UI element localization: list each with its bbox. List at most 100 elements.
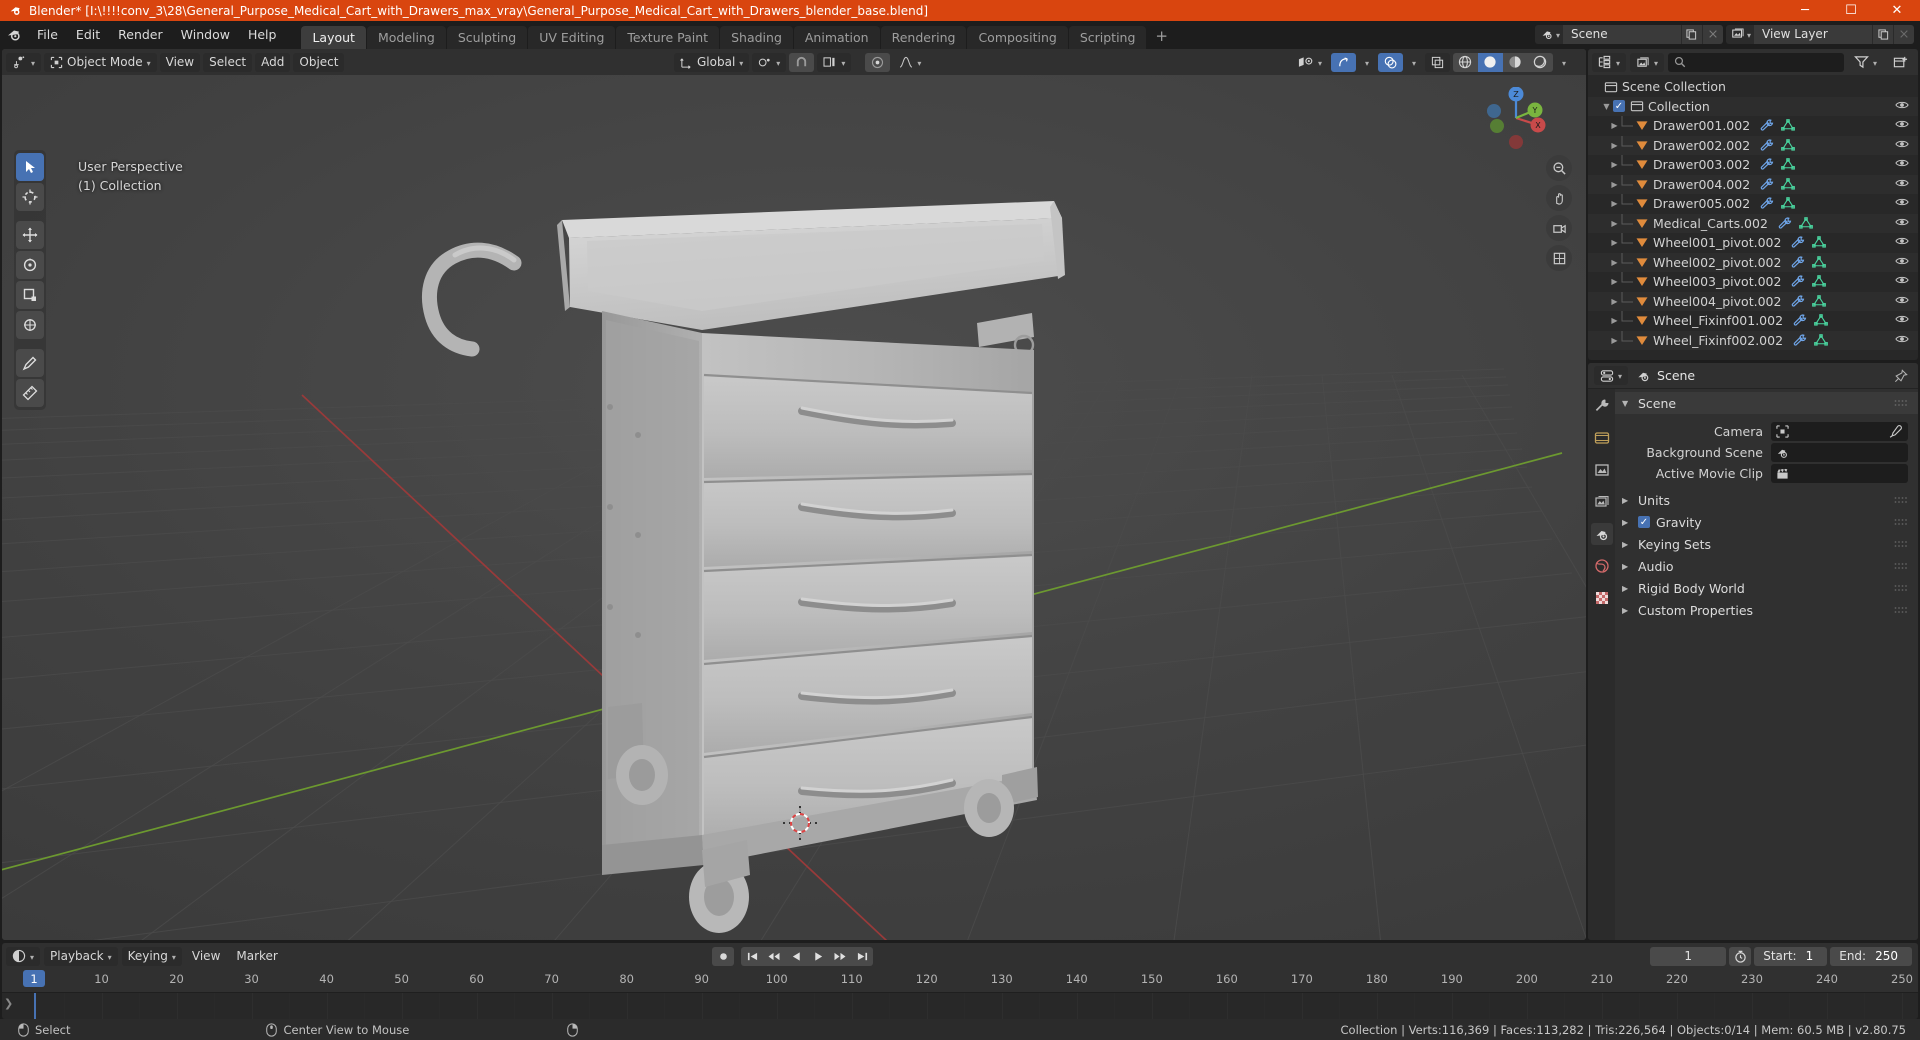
material-preview-button[interactable]: [1503, 53, 1528, 72]
field-background-scene-input[interactable]: [1771, 442, 1908, 462]
menu-file[interactable]: File: [28, 24, 67, 45]
timeline-ruler[interactable]: 10 20 30 40 50 60 70 80 90 100 110 120 130 140 150 160 1…: [2, 969, 1918, 992]
solid-shading-button[interactable]: [1477, 52, 1503, 72]
outliner-mesh-data-icon[interactable]: [1812, 294, 1827, 308]
outliner-row-collection[interactable]: ▼ ✓ Collection: [1588, 96, 1918, 116]
outliner-visibility-toggle[interactable]: [1895, 197, 1909, 207]
panel-keying-sets-header[interactable]: ▶ Keying Sets: [1615, 533, 1918, 555]
outliner-new-collection-icon[interactable]: [1887, 53, 1914, 72]
tab-texture-properties[interactable]: [1591, 587, 1613, 609]
viewport-nav-gizmo[interactable]: Z X Y: [1410, 87, 1560, 149]
medical-cart-model[interactable]: [2, 75, 1586, 940]
outliner-modifier-icon[interactable]: [1760, 178, 1774, 191]
outliner-visibility-toggle[interactable]: [1895, 236, 1909, 246]
outliner-collection-checkbox[interactable]: ✓: [1613, 100, 1625, 113]
close-button[interactable]: ✕: [1874, 0, 1920, 21]
view-layer-name-field[interactable]: View Layer: [1754, 24, 1872, 44]
menu-render[interactable]: Render: [109, 24, 172, 45]
timeline-sidebar-toggle-icon[interactable]: ❯: [4, 997, 13, 1010]
zoom-view-icon[interactable]: [1546, 155, 1572, 181]
outliner-expand-toggle[interactable]: ▶: [1608, 258, 1621, 267]
timeline-channel-area[interactable]: ❯: [2, 992, 1918, 1019]
panel-scene-header[interactable]: ▼ Scene: [1615, 392, 1918, 414]
panel-gravity-header[interactable]: ▶ ✓ Gravity: [1615, 511, 1918, 533]
panel-units-header[interactable]: ▶ Units: [1615, 489, 1918, 511]
tab-layout[interactable]: Layout: [301, 25, 366, 49]
tab-scene-properties[interactable]: [1590, 523, 1613, 545]
outliner-modifier-icon[interactable]: [1791, 256, 1805, 269]
outliner-mesh-data-icon[interactable]: [1814, 314, 1828, 327]
outliner-visibility-toggle[interactable]: [1895, 100, 1909, 110]
tool-annotate[interactable]: [16, 349, 44, 377]
outliner-visibility-toggle[interactable]: [1895, 295, 1909, 305]
outliner-visibility-toggle[interactable]: [1895, 256, 1909, 266]
tab-rendering[interactable]: Rendering: [880, 25, 967, 49]
outliner-mesh-data-icon[interactable]: [1781, 158, 1796, 171]
outliner-row-wheel004-pivot-002[interactable]: ▶ Wheel004_pivot.002: [1588, 291, 1918, 311]
eyedropper-icon[interactable]: [1889, 424, 1902, 438]
timeline-menu-view[interactable]: View: [186, 947, 226, 966]
outliner-visibility-toggle[interactable]: [1895, 158, 1909, 168]
start-frame-field[interactable]: Start: 1: [1754, 946, 1828, 966]
outliner-editor[interactable]: ▾ ▾ ▾ Scene Collection ▼ ✓ Collection ▶ Drawe…: [1588, 49, 1918, 360]
viewport-menu-view[interactable]: View: [159, 52, 201, 72]
field-camera-input[interactable]: [1771, 421, 1908, 441]
field-active-movie-clip-input[interactable]: [1771, 463, 1908, 483]
play-reverse-button[interactable]: [785, 946, 807, 966]
outliner-row-wheel-fixinf001-002[interactable]: ▶ Wheel_Fixinf001.002: [1588, 311, 1918, 331]
menu-edit[interactable]: Edit: [67, 24, 109, 45]
tool-rotate[interactable]: [16, 251, 44, 279]
tab-output-properties[interactable]: [1591, 459, 1613, 481]
overlay-options-dropdown[interactable]: ▾: [1406, 53, 1422, 72]
outliner-expand-toggle[interactable]: ▼: [1600, 102, 1613, 111]
scene-selector[interactable]: ▾ Scene: [1534, 24, 1723, 44]
outliner-expand-toggle[interactable]: ▶: [1608, 141, 1621, 150]
tab-sculpting[interactable]: Sculpting: [446, 25, 528, 49]
scene-browse-icon[interactable]: ▾: [1534, 24, 1563, 44]
blender-logo-icon[interactable]: [0, 26, 28, 42]
gravity-checkbox[interactable]: ✓: [1638, 516, 1650, 528]
outliner-expand-toggle[interactable]: ▶: [1608, 180, 1621, 189]
xray-toggle[interactable]: [1424, 52, 1450, 72]
outliner-row-wheel003-pivot-002[interactable]: ▶ Wheel003_pivot.002: [1588, 272, 1918, 292]
outliner-expand-toggle[interactable]: ▶: [1608, 316, 1621, 325]
viewport-menu-select[interactable]: Select: [203, 52, 253, 72]
outliner-expand-toggle[interactable]: ▶: [1608, 199, 1621, 208]
move-view-icon[interactable]: [1546, 185, 1572, 211]
interaction-mode-selector[interactable]: Object Mode ▾: [44, 52, 157, 72]
tab-world-properties[interactable]: [1591, 555, 1613, 577]
timeline-menu-keying[interactable]: Keying ▾: [121, 946, 182, 966]
tab-scripting[interactable]: Scripting: [1068, 25, 1147, 49]
outliner-mesh-data-icon[interactable]: [1781, 177, 1796, 191]
jump-to-next-keyframe-button[interactable]: [829, 946, 851, 966]
outliner-visibility-toggle[interactable]: [1895, 139, 1909, 149]
outliner-mesh-data-icon[interactable]: [1814, 333, 1828, 347]
outliner-expand-toggle[interactable]: ▶: [1608, 336, 1621, 345]
panel-custom-properties-header[interactable]: ▶ Custom Properties: [1615, 599, 1918, 621]
outliner-modifier-icon[interactable]: [1760, 139, 1774, 152]
tool-measure[interactable]: [16, 379, 44, 407]
current-frame-field[interactable]: 1: [1650, 946, 1727, 966]
outliner-mesh-data-icon[interactable]: [1812, 255, 1827, 269]
end-frame-field[interactable]: End: 250: [1830, 946, 1912, 966]
outliner-expand-toggle[interactable]: ▶: [1608, 238, 1621, 247]
use-preview-range-button[interactable]: [1729, 946, 1752, 966]
tool-select-box[interactable]: [16, 153, 44, 181]
outliner-search-input[interactable]: [1668, 52, 1844, 72]
outliner-modifier-icon[interactable]: [1793, 314, 1807, 327]
tab-tool-properties[interactable]: [1591, 395, 1613, 417]
tab-view-layer-properties[interactable]: [1591, 491, 1613, 513]
outliner-row-drawer001-002[interactable]: ▶ Drawer001.002: [1588, 116, 1918, 136]
outliner-modifier-icon[interactable]: [1791, 295, 1805, 308]
tab-texture-paint[interactable]: Texture Paint: [616, 25, 720, 49]
outliner-display-mode-selector[interactable]: ▾: [1630, 52, 1665, 72]
add-workspace-button[interactable]: +: [1147, 25, 1176, 47]
properties-editor[interactable]: ▾ Scene ▼ Scene Camera Background Scene …: [1588, 363, 1918, 940]
outliner-visibility-toggle[interactable]: [1895, 178, 1909, 188]
remove-view-layer-button[interactable]: [1893, 24, 1914, 44]
outliner-visibility-toggle[interactable]: [1895, 314, 1909, 324]
view-layer-selector[interactable]: ▾ View Layer: [1725, 24, 1914, 44]
proportional-editing-toggle[interactable]: [865, 52, 891, 72]
new-view-layer-button[interactable]: [1872, 24, 1893, 44]
record-keyframes-button[interactable]: [712, 946, 734, 966]
